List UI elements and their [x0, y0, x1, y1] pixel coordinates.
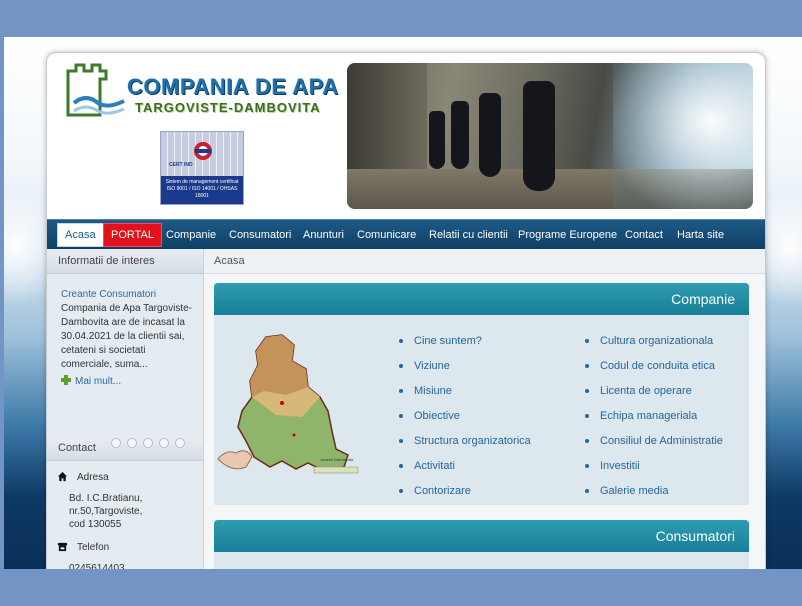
slider-dot[interactable]: [127, 438, 137, 448]
plus-icon: [61, 375, 71, 385]
link-misiune[interactable]: Misiune: [399, 382, 531, 407]
news-title-link[interactable]: Creante Consumatori: [61, 288, 193, 302]
read-more-link[interactable]: Mai mult...: [61, 375, 193, 389]
map-caption: Judetul Dambovita: [320, 457, 354, 462]
slider-dot[interactable]: [111, 438, 121, 448]
info-heading: Informatii de interes: [47, 249, 203, 274]
nav-consumatori[interactable]: Consumatori: [229, 224, 291, 246]
companie-links-col1: Cine suntem? Viziune Misiune Obiective S…: [399, 332, 531, 507]
phone-label: Telefon: [77, 542, 110, 553]
companie-heading[interactable]: Companie: [214, 283, 749, 315]
nav-companie[interactable]: Companie: [166, 224, 216, 246]
companie-links-col2: Cultura organizationala Codul de conduit…: [585, 332, 723, 507]
address-line: cod 130055: [69, 519, 122, 530]
link-cine-suntem[interactable]: Cine suntem?: [399, 332, 531, 357]
link-codul-de-conduita[interactable]: Codul de conduita etica: [585, 357, 723, 382]
slider-dot[interactable]: [143, 438, 153, 448]
website-page: COMPANIA DE APA TARGOVISTE-DAMBOVITA CER…: [46, 52, 766, 569]
pump-image: [429, 111, 445, 169]
main-navigation: Acasa PORTAL Companie Consumatori Anuntu…: [47, 219, 765, 250]
phone-number: 0245614403: [69, 563, 125, 569]
browser-viewport: COMPANIA DE APA TARGOVISTE-DAMBOVITA CER…: [4, 37, 802, 569]
sidebar: Informatii de interes Creante Consumator…: [47, 249, 204, 569]
certification-badge: CERT IND Sistem de management certificat…: [160, 131, 244, 205]
cert-logo-icon: [194, 142, 212, 160]
company-location[interactable]: TARGOVISTE-DAMBOVITA: [135, 100, 321, 115]
link-licenta-de-operare[interactable]: Licenta de operare: [585, 382, 723, 407]
company-name[interactable]: COMPANIA DE APA: [127, 74, 339, 100]
address-label: Adresa: [77, 472, 109, 483]
companie-panel: Companie Judetul Dambovita Cine suntem? …: [214, 283, 749, 505]
nav-relatii-clientii[interactable]: Relatii cu clientii: [429, 224, 508, 246]
slider-dot[interactable]: [175, 438, 185, 448]
pump-image: [523, 81, 555, 191]
cert-top-label: CERT IND: [169, 162, 193, 168]
nav-contact[interactable]: Contact: [625, 224, 663, 246]
link-viziune[interactable]: Viziune: [399, 357, 531, 382]
dambovita-map-image: Judetul Dambovita: [217, 334, 359, 474]
cert-line-1: Sistem de management certificat: [165, 179, 239, 185]
nav-harta-site[interactable]: Harta site: [677, 224, 724, 246]
slider-dot[interactable]: [159, 438, 169, 448]
header-banner-image: [347, 63, 753, 209]
cert-line-2: ISO 9001 / ISO 14001 / OHSAS 18001: [166, 186, 238, 199]
link-galerie-media[interactable]: Galerie media: [585, 482, 723, 507]
home-icon: [57, 471, 68, 482]
main-content: Acasa Companie Judetul Dambovita Cine su…: [204, 249, 765, 569]
nav-portal[interactable]: PORTAL: [103, 223, 162, 247]
link-structura-organizatorica[interactable]: Structura organizatorica: [399, 432, 531, 457]
slider-pagination: [111, 438, 191, 453]
address-line: nr.50,Targoviste,: [69, 506, 143, 517]
address-line: Bd. I.C.Bratianu,: [69, 493, 143, 504]
consumatori-panel: Consumatori: [214, 520, 749, 569]
news-item: Creante Consumatori Compania de Apa Targ…: [47, 274, 203, 448]
link-cultura-organizationala[interactable]: Cultura organizationala: [585, 332, 723, 357]
phone-icon: [57, 542, 68, 552]
link-contorizare[interactable]: Contorizare: [399, 482, 531, 507]
link-investitii[interactable]: Investitii: [585, 457, 723, 482]
contact-phone: Telefon 0245614403: [47, 541, 203, 569]
breadcrumb: Acasa: [204, 249, 765, 274]
pump-image: [451, 101, 469, 169]
link-activitati[interactable]: Activitati: [399, 457, 531, 482]
contact-address: Adresa Bd. I.C.Bratianu, nr.50,Targovist…: [47, 471, 203, 531]
consumatori-heading[interactable]: Consumatori: [214, 520, 749, 552]
nav-acasa[interactable]: Acasa: [57, 223, 104, 247]
site-header: COMPANIA DE APA TARGOVISTE-DAMBOVITA CER…: [47, 53, 765, 219]
link-obiective[interactable]: Obiective: [399, 407, 531, 432]
nav-anunturi[interactable]: Anunturi: [303, 224, 344, 246]
news-excerpt: Compania de Apa Targoviste-Dambovita are…: [61, 303, 193, 370]
link-echipa-manageriala[interactable]: Echipa manageriala: [585, 407, 723, 432]
nav-comunicare[interactable]: Comunicare: [357, 224, 416, 246]
nav-programe-europene[interactable]: Programe Europene: [518, 224, 617, 246]
castle-logo-icon[interactable]: [64, 63, 128, 123]
link-consiliul-de-administratie[interactable]: Consiliul de Administratie: [585, 432, 723, 457]
pump-image: [479, 93, 501, 177]
